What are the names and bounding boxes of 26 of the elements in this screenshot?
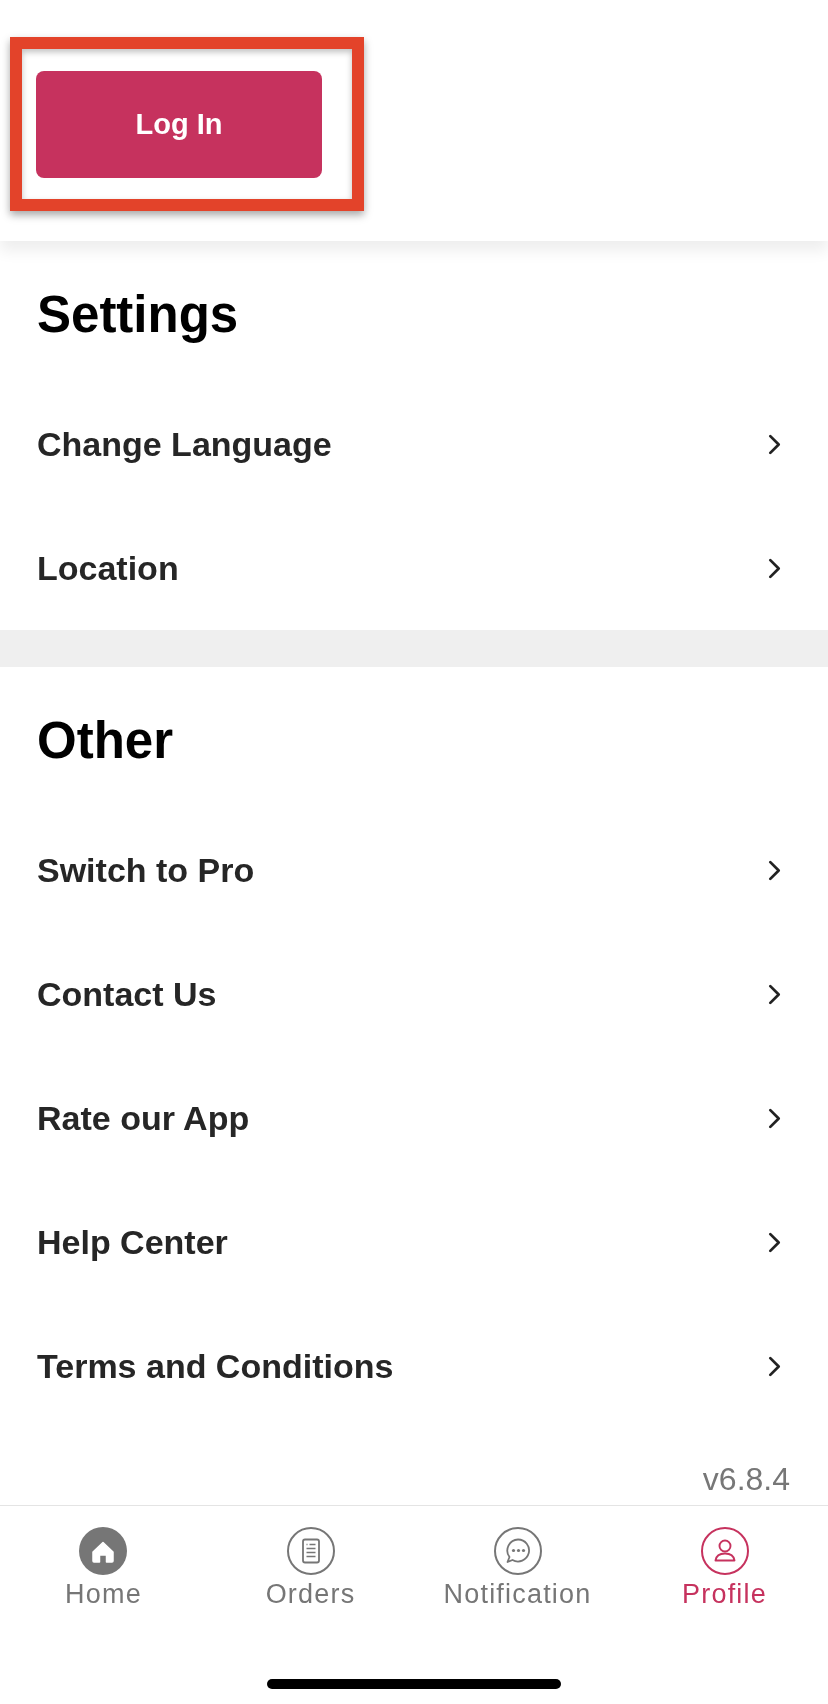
section-heading: Other [36, 711, 174, 771]
chevron-right-icon [768, 1231, 781, 1253]
chevron-right-icon [768, 983, 781, 1005]
menu-item[interactable]: Change Language [0, 382, 828, 506]
menu-item[interactable]: Terms and Conditions [0, 1304, 828, 1428]
menu-item[interactable]: Location [0, 506, 828, 630]
menu-item[interactable]: Contact Us [0, 932, 828, 1056]
section-heading: Settings [36, 285, 239, 345]
tab-item[interactable]: Orders [265, 1527, 356, 1611]
chevron-right-icon [768, 1355, 781, 1377]
document-icon [286, 1527, 335, 1575]
menu-item[interactable]: Help Center [0, 1180, 828, 1304]
login-button[interactable]: Log In [36, 71, 322, 178]
tab-item[interactable]: Profile [682, 1527, 767, 1611]
menu-item[interactable]: Switch to Pro [0, 808, 828, 932]
tab-item[interactable]: Notification [443, 1527, 592, 1611]
home-icon [79, 1527, 128, 1575]
chevron-right-icon [768, 433, 781, 455]
chevron-right-icon [768, 859, 781, 881]
chat-bubble-icon [493, 1527, 542, 1575]
chevron-right-icon [768, 557, 781, 579]
menu-item[interactable]: Rate our App [0, 1056, 828, 1180]
version-label: v6.8.4 [702, 1460, 790, 1499]
chevron-right-icon [768, 1107, 781, 1129]
person-icon [700, 1527, 749, 1575]
tab-item[interactable]: Home [65, 1527, 142, 1611]
